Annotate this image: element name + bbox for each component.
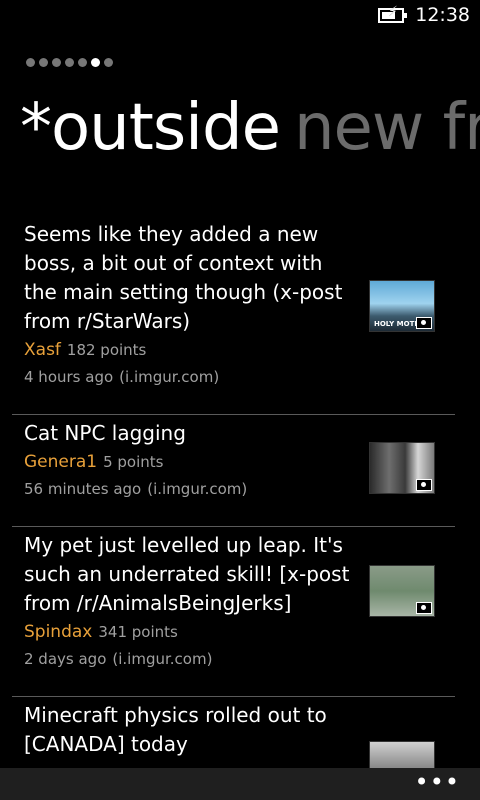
- app-bar: •••: [0, 768, 480, 800]
- post-thumbnail[interactable]: [369, 565, 435, 617]
- post-domain: (i.imgur.com): [112, 650, 213, 668]
- post-points: 5 points: [103, 453, 164, 471]
- post-thumbnail[interactable]: HOLY MOTHER: [369, 280, 435, 332]
- post-meta: Xasf 182 points: [24, 338, 455, 362]
- post-title[interactable]: Seems like they added a new boss, a bit …: [24, 220, 354, 336]
- post-points: 182 points: [66, 341, 147, 359]
- list-item[interactable]: My pet just levelled up leap. It's such …: [12, 527, 455, 697]
- post-age-domain: 2 days ago (i.imgur.com): [24, 646, 455, 672]
- camera-icon: [416, 602, 432, 614]
- post-domain: (i.imgur.com): [147, 480, 248, 498]
- post-age-domain: 4 hours ago (i.imgur.com): [24, 364, 455, 390]
- post-thumbnail[interactable]: [369, 442, 435, 494]
- post-author[interactable]: Spindax: [24, 622, 92, 642]
- pivot-page-dot: [65, 58, 74, 67]
- charging-plug-icon: ⚡: [388, 4, 398, 20]
- pivot-page-dot: [78, 58, 87, 67]
- post-domain: (i.imgur.com): [119, 368, 220, 386]
- pivot-page-dot: [91, 58, 100, 67]
- camera-icon: [416, 479, 432, 491]
- list-item[interactable]: Seems like they added a new boss, a bit …: [12, 216, 455, 415]
- post-list: Seems like they added a new boss, a bit …: [12, 216, 455, 793]
- post-age: 2 days ago: [24, 650, 107, 668]
- post-title[interactable]: Cat NPC lagging: [24, 419, 354, 448]
- pivot-page-indicator: [26, 58, 117, 70]
- pivot-page-dot: [26, 58, 35, 67]
- post-meta: Spindax 341 points: [24, 620, 455, 644]
- post-age: 56 minutes ago: [24, 480, 142, 498]
- pivot-page-dot: [39, 58, 48, 67]
- pivot-title-current[interactable]: *outside: [20, 91, 281, 165]
- post-title[interactable]: Minecraft physics rolled out to [CANADA]…: [24, 701, 354, 759]
- post-author[interactable]: Genera1: [24, 452, 97, 472]
- clock: 12:38: [415, 4, 470, 26]
- more-options-button[interactable]: •••: [415, 770, 460, 794]
- status-bar: ⚡ 12:38: [0, 0, 480, 32]
- post-author[interactable]: Xasf: [24, 340, 61, 360]
- post-age: 4 hours ago: [24, 368, 114, 386]
- pivot-page-dot: [52, 58, 61, 67]
- pivot-page-dot: [104, 58, 113, 67]
- pivot-title-next[interactable]: new fr: [294, 91, 480, 165]
- camera-icon: [416, 317, 432, 329]
- list-item[interactable]: Cat NPC lagging Genera1 5 points 56 minut…: [12, 415, 455, 527]
- pivot-header: *outside new fr: [20, 88, 480, 168]
- post-title[interactable]: My pet just levelled up leap. It's such …: [24, 531, 354, 618]
- post-points: 341 points: [98, 623, 178, 641]
